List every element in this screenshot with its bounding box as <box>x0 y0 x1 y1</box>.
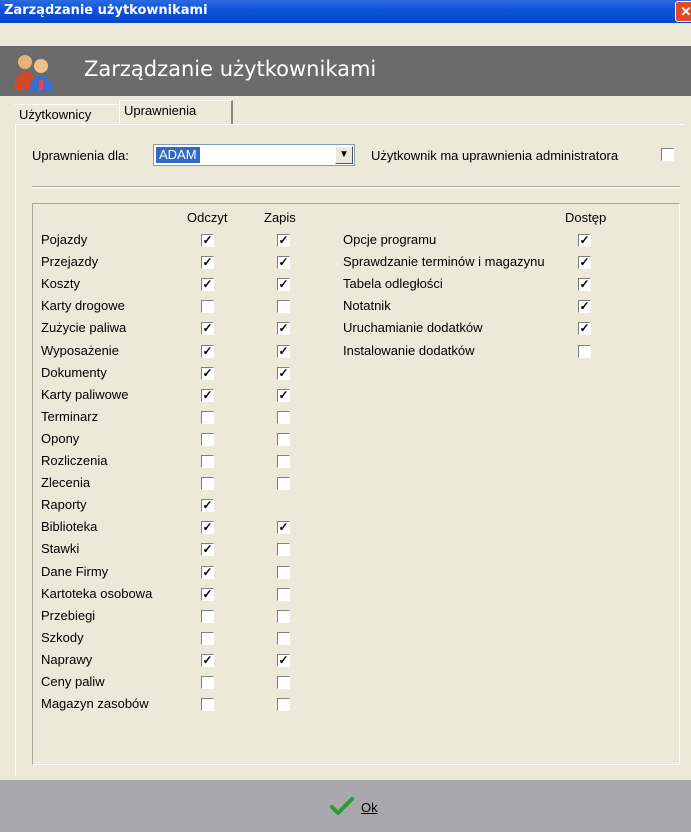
access-label: Tabela odległości <box>343 276 443 291</box>
access-label: Uruchamianie dodatków <box>343 320 483 335</box>
module-label: Rozliczenia <box>41 453 108 468</box>
write-checkbox[interactable]: ✓ <box>277 521 290 534</box>
module-label: Kartoteka osobowa <box>41 586 153 601</box>
module-label: Raporty <box>41 497 87 512</box>
write-checkbox[interactable]: ✓ <box>277 278 290 291</box>
write-checkbox[interactable]: ✓ <box>277 389 290 402</box>
write-checkbox[interactable]: ✓ <box>277 345 290 358</box>
read-checkbox[interactable] <box>201 477 214 490</box>
read-checkbox[interactable]: ✓ <box>201 234 214 247</box>
write-checkbox[interactable] <box>277 300 290 313</box>
write-checkbox[interactable]: ✓ <box>277 654 290 667</box>
write-checkbox[interactable] <box>277 610 290 623</box>
header-title: Zarządzanie użytkownikami <box>84 57 377 81</box>
access-checkbox[interactable]: ✓ <box>578 278 591 291</box>
write-checkbox[interactable] <box>277 588 290 601</box>
write-checkbox[interactable] <box>277 455 290 468</box>
write-checkbox[interactable] <box>277 676 290 689</box>
window-titlebar: Zarządzanie użytkownikami ✕ <box>0 0 691 23</box>
read-checkbox[interactable]: ✓ <box>201 256 214 269</box>
column-read-header: Odczyt <box>187 210 228 225</box>
read-checkbox[interactable]: ✓ <box>201 654 214 667</box>
module-label: Szkody <box>41 630 84 645</box>
read-checkbox[interactable] <box>201 698 214 711</box>
admin-label: Użytkownik ma uprawnienia administratora <box>371 148 619 163</box>
module-label: Opony <box>41 431 80 446</box>
divider <box>32 186 680 188</box>
write-checkbox[interactable] <box>277 566 290 579</box>
module-label: Wyposażenie <box>41 343 119 358</box>
checkmark-icon <box>330 797 354 815</box>
module-label: Stawki <box>41 541 80 556</box>
ok-label: Ok <box>361 800 378 815</box>
module-label: Dane Firmy <box>41 564 109 579</box>
module-label: Zlecenia <box>41 475 91 490</box>
module-label: Zużycie paliwa <box>41 320 127 335</box>
module-label: Karty drogowe <box>41 298 125 313</box>
write-checkbox[interactable]: ✓ <box>277 322 290 335</box>
tab-permissions[interactable]: Uprawnienia <box>119 100 233 124</box>
write-checkbox[interactable] <box>277 477 290 490</box>
admin-checkbox[interactable] <box>661 148 674 161</box>
module-label: Przebiegi <box>41 608 96 623</box>
read-checkbox[interactable]: ✓ <box>201 367 214 380</box>
read-checkbox[interactable]: ✓ <box>201 588 214 601</box>
read-checkbox[interactable]: ✓ <box>201 278 214 291</box>
users-icon <box>14 55 53 92</box>
column-access-header: Dostęp <box>565 210 607 225</box>
column-write-header: Zapis <box>264 210 296 225</box>
permissions-for-label: Uprawnienia dla: <box>32 148 129 163</box>
write-checkbox[interactable]: ✓ <box>277 234 290 247</box>
user-select-value: ADAM <box>156 147 200 163</box>
read-checkbox[interactable] <box>201 632 214 645</box>
read-checkbox[interactable]: ✓ <box>201 543 214 556</box>
module-label: Naprawy <box>41 652 93 667</box>
access-checkbox[interactable]: ✓ <box>578 234 591 247</box>
module-label: Biblioteka <box>41 519 98 534</box>
read-checkbox[interactable]: ✓ <box>201 499 214 512</box>
read-checkbox[interactable] <box>201 676 214 689</box>
write-checkbox[interactable] <box>277 698 290 711</box>
module-label: Karty paliwowe <box>41 387 129 402</box>
read-checkbox[interactable]: ✓ <box>201 521 214 534</box>
access-label: Opcje programu <box>343 232 437 247</box>
read-checkbox[interactable] <box>201 433 214 446</box>
module-label: Terminarz <box>41 409 99 424</box>
chevron-down-icon[interactable]: ▼ <box>335 146 353 164</box>
access-checkbox[interactable] <box>578 345 591 358</box>
read-checkbox[interactable]: ✓ <box>201 322 214 335</box>
module-label: Pojazdy <box>41 232 88 247</box>
module-label: Magazyn zasobów <box>41 696 149 711</box>
read-checkbox[interactable]: ✓ <box>201 389 214 402</box>
window-title: Zarządzanie użytkownikami <box>4 3 208 18</box>
access-checkbox[interactable]: ✓ <box>578 322 591 335</box>
access-label: Sprawdzanie terminów i magazynu <box>343 254 545 269</box>
access-checkbox[interactable]: ✓ <box>578 300 591 313</box>
close-icon[interactable]: ✕ <box>675 1 691 22</box>
read-checkbox[interactable]: ✓ <box>201 566 214 579</box>
read-checkbox[interactable]: ✓ <box>201 345 214 358</box>
module-label: Koszty <box>41 276 81 291</box>
read-checkbox[interactable] <box>201 610 214 623</box>
read-checkbox[interactable] <box>201 300 214 313</box>
write-checkbox[interactable]: ✓ <box>277 367 290 380</box>
write-checkbox[interactable] <box>277 433 290 446</box>
write-checkbox[interactable]: ✓ <box>277 256 290 269</box>
user-select[interactable]: ADAM ▼ <box>153 144 355 166</box>
write-checkbox[interactable] <box>277 543 290 556</box>
module-label: Przejazdy <box>41 254 99 269</box>
access-label: Notatnik <box>343 298 391 313</box>
read-checkbox[interactable] <box>201 411 214 424</box>
tab-users[interactable]: Użytkownicy <box>15 104 119 124</box>
module-label: Ceny paliw <box>41 674 105 689</box>
write-checkbox[interactable] <box>277 411 290 424</box>
access-checkbox[interactable]: ✓ <box>578 256 591 269</box>
access-label: Instalowanie dodatków <box>343 343 475 358</box>
read-checkbox[interactable] <box>201 455 214 468</box>
module-label: Dokumenty <box>41 365 107 380</box>
write-checkbox[interactable] <box>277 632 290 645</box>
dialog-header: Zarządzanie użytkownikami <box>0 46 691 96</box>
